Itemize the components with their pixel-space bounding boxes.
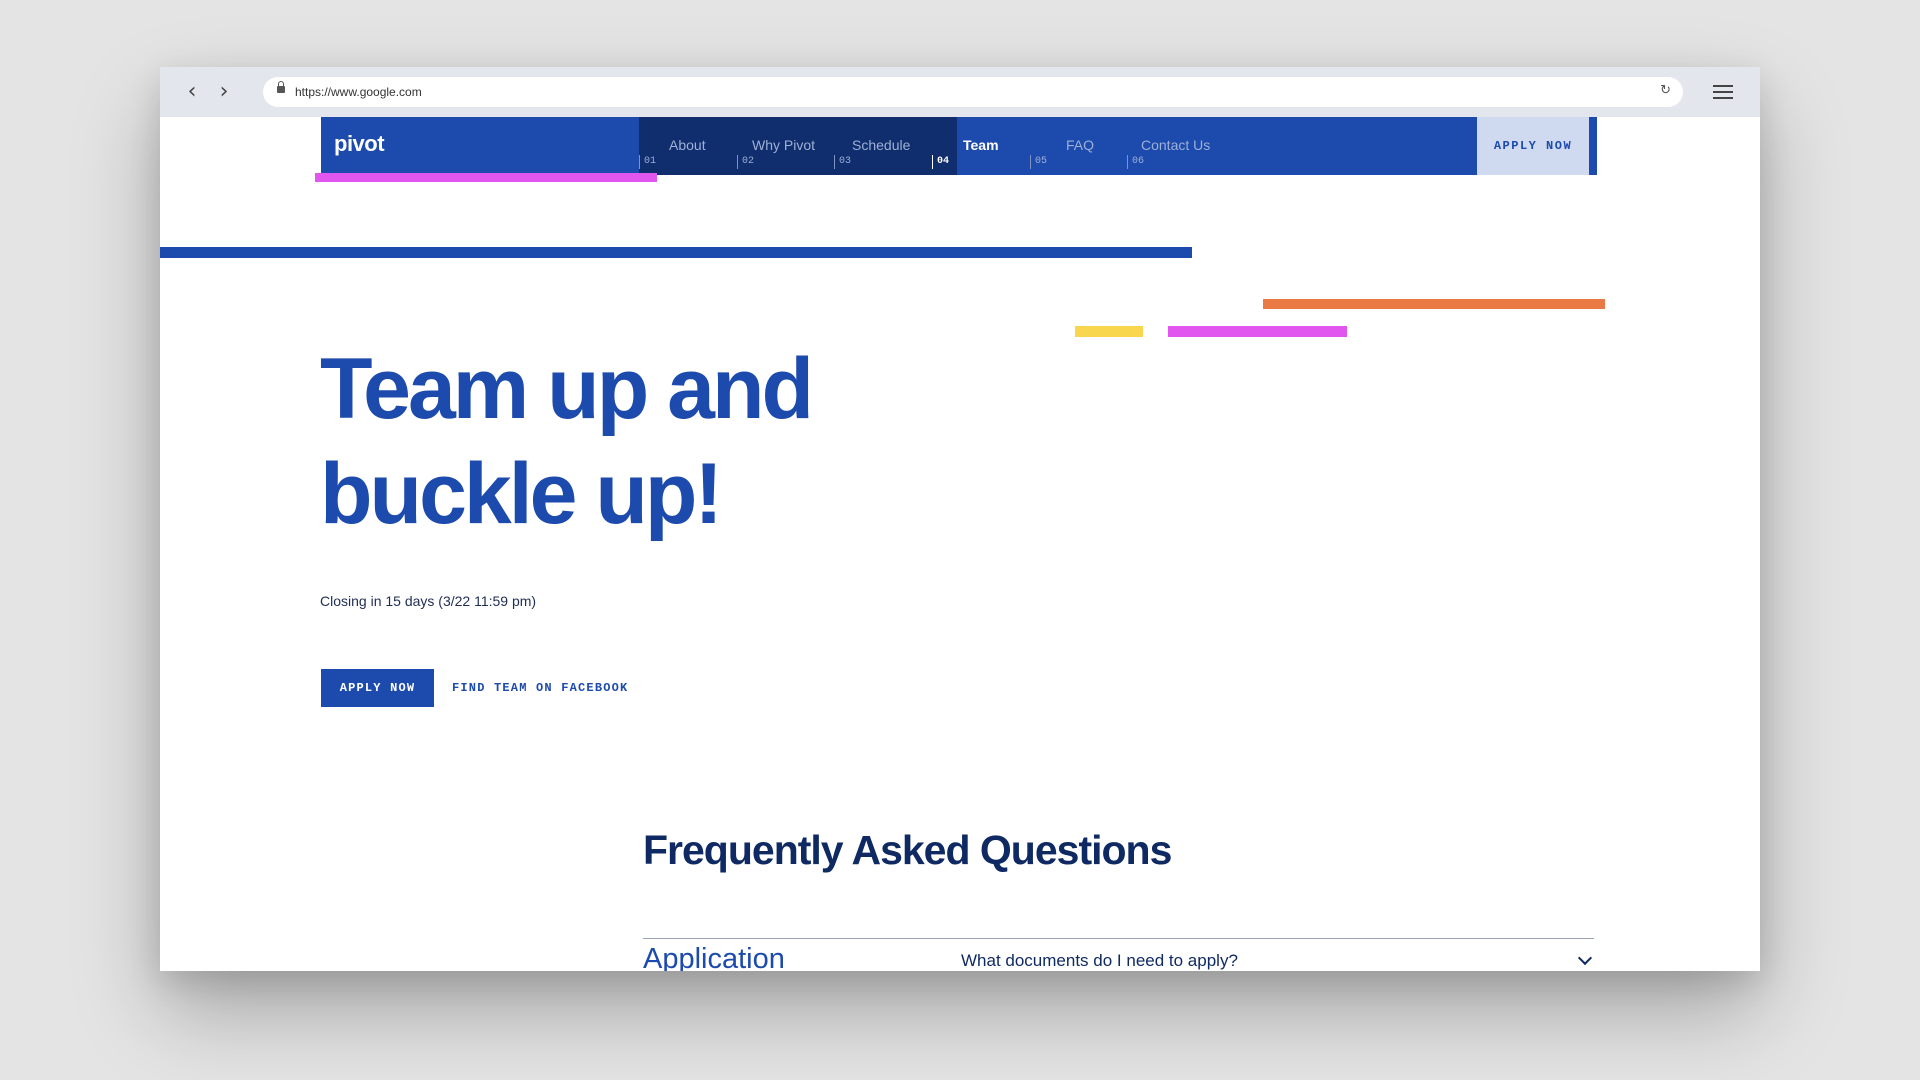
hero-title: Team up and buckle up! [320, 337, 814, 547]
nav-label: Schedule [852, 137, 911, 153]
nav-item-faq[interactable]: FAQ 05 [1030, 117, 1128, 175]
address-bar[interactable]: https://www.google.com ↻ [263, 77, 1683, 107]
nav-item-about[interactable]: About 01 [639, 117, 737, 175]
nav-number: 03 [834, 155, 851, 169]
page-content: pivot About 01 Why Pivot 02 Schedule 03 … [160, 117, 1760, 971]
faq-heading: Frequently Asked Questions [643, 827, 1172, 873]
faq-divider [643, 938, 1594, 939]
nav-label: FAQ [1066, 137, 1095, 153]
site-navigation: pivot About 01 Why Pivot 02 Schedule 03 … [321, 117, 1597, 175]
nav-number: 02 [737, 155, 754, 169]
lock-icon [277, 81, 285, 93]
nav-number: 06 [1127, 155, 1144, 169]
blue-accent-bar [160, 247, 1192, 258]
chevron-right-icon[interactable]: › [213, 81, 235, 103]
nav-item-team[interactable]: Team 04 [932, 117, 1030, 175]
faq-question[interactable]: What documents do I need to apply? [961, 951, 1238, 971]
nav-label: Contact Us [1141, 137, 1211, 153]
find-team-facebook-link[interactable]: FIND TEAM ON FACEBOOK [452, 669, 628, 707]
url-text: https://www.google.com [295, 85, 422, 99]
closing-countdown: Closing in 15 days (3/22 11:59 pm) [320, 593, 537, 609]
nav-number: 05 [1030, 155, 1047, 169]
nav-label: Why Pivot [752, 137, 816, 153]
nav-number: 01 [639, 155, 656, 169]
chevron-left-icon[interactable]: ‹ [181, 81, 203, 103]
nav-item-why-pivot[interactable]: Why Pivot 02 [737, 117, 835, 175]
yellow-accent-bar [1075, 326, 1143, 337]
nav-number: 04 [932, 155, 949, 169]
apply-now-button[interactable]: APPLY NOW [321, 669, 434, 707]
nav-label: Team [963, 137, 999, 153]
browser-toolbar: ‹ › https://www.google.com ↻ [160, 67, 1760, 117]
hero-title-line-1: Team up and [320, 341, 814, 437]
reload-icon[interactable]: ↻ [1660, 83, 1671, 98]
magenta-accent-bar [315, 173, 657, 182]
nav-item-schedule[interactable]: Schedule 03 [834, 117, 932, 175]
nav-apply-button[interactable]: APPLY NOW [1477, 117, 1591, 175]
nav-label: About [669, 137, 706, 153]
faq-category-label: Application [643, 943, 785, 971]
orange-accent-bar [1263, 299, 1605, 309]
hero-title-line-2: buckle up! [320, 446, 723, 542]
browser-window: ‹ › https://www.google.com ↻ pivot About… [160, 67, 1760, 971]
pivot-logo[interactable]: pivot [334, 131, 385, 157]
chevron-down-icon[interactable] [1577, 950, 1593, 966]
magenta-accent-bar-2 [1168, 326, 1347, 337]
nav-item-contact-us[interactable]: Contact Us 06 [1127, 117, 1225, 175]
hamburger-menu-icon[interactable] [1713, 85, 1733, 99]
